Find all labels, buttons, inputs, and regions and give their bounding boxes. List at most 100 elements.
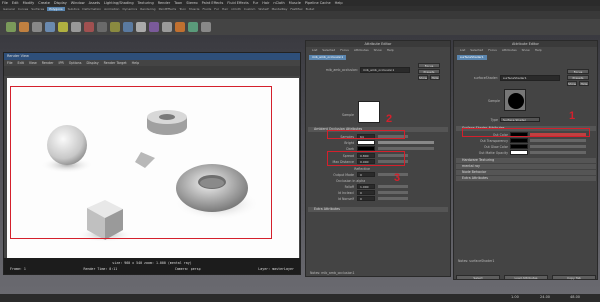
- menu-item[interactable]: Pipeline Cache: [305, 1, 331, 5]
- shelf-tab[interactable]: Toon: [179, 7, 186, 11]
- shelf-tool-icon[interactable]: [19, 22, 29, 32]
- shelf-tab[interactable]: Curves: [18, 7, 28, 11]
- menu-item[interactable]: Texturing: [138, 1, 154, 5]
- ae-menu-item[interactable]: List: [460, 47, 465, 53]
- node-name-field[interactable]: mib_amb_occlusion1: [360, 67, 410, 73]
- ae-menu-item[interactable]: Attributes: [354, 47, 369, 53]
- ae-menu-item[interactable]: Selected: [470, 47, 483, 53]
- output-mode-slider[interactable]: [378, 173, 408, 176]
- menu-item[interactable]: Window: [71, 1, 85, 5]
- bright-color-swatch[interactable]: [357, 140, 375, 145]
- id-inclexcl-field[interactable]: 0: [357, 190, 375, 195]
- load-attributes-button[interactable]: Load Attributes: [504, 275, 548, 280]
- shelf-tool-icon[interactable]: [188, 22, 198, 32]
- out-glow-slider[interactable]: [530, 145, 586, 148]
- bright-slider[interactable]: [378, 141, 434, 144]
- shelf-tab[interactable]: nCloth: [231, 7, 241, 11]
- falloff-slider[interactable]: [378, 185, 408, 188]
- timeline-start[interactable]: 1.00: [511, 295, 519, 299]
- section-mental-ray[interactable]: mental ray: [456, 164, 596, 169]
- dark-slider[interactable]: [378, 147, 434, 150]
- menu-item[interactable]: Muscle: [289, 1, 301, 5]
- shelf-tab[interactable]: Bullet: [306, 7, 315, 11]
- presets-button[interactable]: Presets: [418, 69, 440, 74]
- shelf-tab[interactable]: Fluids: [203, 7, 212, 11]
- menu-item[interactable]: Help: [335, 1, 343, 5]
- menu-item[interactable]: Paint Effects: [202, 1, 224, 5]
- section-hardware-texturing[interactable]: Hardware Texturing: [456, 158, 596, 163]
- show-button[interactable]: Show: [418, 75, 428, 80]
- id-nonself-field[interactable]: 0: [357, 196, 375, 201]
- tab-mib-amb-occlusion[interactable]: mib_amb_occlusion1: [309, 55, 347, 60]
- focus-button[interactable]: Focus: [567, 69, 589, 74]
- type-dropdown[interactable]: Surface Shader: [500, 117, 540, 122]
- shelf-tab[interactable]: Subdivs: [68, 7, 80, 11]
- ae-menu-item[interactable]: Help: [387, 47, 394, 53]
- shelf-tool-icon[interactable]: [97, 22, 107, 32]
- reflective-checkbox-label[interactable]: Reflective: [310, 167, 370, 171]
- presets-button[interactable]: Presets: [567, 75, 589, 80]
- select-button[interactable]: Select: [456, 275, 500, 280]
- shelf-tool-icon[interactable]: [149, 22, 159, 32]
- shelf-tab[interactable]: PaintEffects: [159, 7, 177, 11]
- shelf-tab[interactable]: Hair: [222, 7, 228, 11]
- id-nonself-slider[interactable]: [378, 197, 408, 200]
- ae-menu-item[interactable]: Show: [374, 47, 382, 53]
- menu-item[interactable]: Hair: [262, 1, 269, 5]
- shelf-tab[interactable]: Wshelf: [258, 7, 268, 11]
- shelf-tab[interactable]: Deformation: [82, 7, 101, 11]
- ae-menu-item[interactable]: Selected: [322, 47, 335, 53]
- menu-item[interactable]: Render: [158, 1, 170, 5]
- tab-surface-shader[interactable]: surfaceShader1: [457, 55, 487, 60]
- menu-item[interactable]: nCloth: [273, 1, 284, 5]
- shelf-tool-icon[interactable]: [136, 22, 146, 32]
- shelf-tab[interactable]: General: [3, 7, 15, 11]
- falloff-field[interactable]: 1.000: [357, 184, 375, 189]
- menu-item[interactable]: Edit: [12, 1, 19, 5]
- shelf-tool-icon[interactable]: [45, 22, 55, 32]
- time-slider[interactable]: 1.00 24.00 48.00: [0, 294, 600, 302]
- shelf-tab[interactable]: FastMax: [290, 7, 302, 11]
- hide-button[interactable]: Hide: [579, 81, 589, 86]
- show-button[interactable]: Show: [567, 81, 577, 86]
- shelf-tab[interactable]: Rendering: [140, 7, 155, 11]
- shelf-tab[interactable]: Fur: [214, 7, 219, 11]
- ae-menu-item[interactable]: Help: [535, 47, 542, 53]
- copy-tab-button[interactable]: Copy Tab: [552, 275, 596, 280]
- shelf-tool-icon[interactable]: [71, 22, 81, 32]
- shelf-tab[interactable]: Animation: [104, 7, 119, 11]
- menu-item[interactable]: Toon: [174, 1, 182, 5]
- node-name-field[interactable]: surfaceShader1: [500, 75, 560, 81]
- shelf-tool-icon[interactable]: [58, 22, 68, 32]
- focus-button[interactable]: Focus: [418, 63, 440, 68]
- output-mode-field[interactable]: 0: [357, 172, 375, 177]
- menu-item[interactable]: Stereo: [186, 1, 197, 5]
- shelf-tool-icon[interactable]: [32, 22, 42, 32]
- shelf-tab[interactable]: MentalRay: [272, 7, 288, 11]
- shelf-tool-icon[interactable]: [110, 22, 120, 32]
- menu-item[interactable]: Create: [38, 1, 50, 5]
- shelf-tool-icon[interactable]: [123, 22, 133, 32]
- timeline-end2[interactable]: 48.00: [570, 295, 580, 299]
- shelf-tool-icon[interactable]: [175, 22, 185, 32]
- section-node-behavior[interactable]: Node Behavior: [456, 170, 596, 175]
- ae-menu-item[interactable]: List: [312, 47, 317, 53]
- out-matte-swatch[interactable]: [510, 150, 528, 155]
- id-inclexcl-slider[interactable]: [378, 191, 408, 194]
- menu-item[interactable]: Fluid Effects: [227, 1, 248, 5]
- timeline-end[interactable]: 24.00: [540, 295, 550, 299]
- shelf-tab[interactable]: Dynamics: [122, 7, 137, 11]
- out-transparency-swatch[interactable]: [510, 138, 528, 143]
- menu-item[interactable]: Fur: [253, 1, 258, 5]
- section-extra-attributes[interactable]: Extra Attributes: [308, 207, 448, 212]
- ae-menu-item[interactable]: Focus: [340, 47, 349, 53]
- menu-item[interactable]: File: [2, 1, 8, 5]
- out-transparency-slider[interactable]: [530, 139, 586, 142]
- shelf-tool-icon[interactable]: [162, 22, 172, 32]
- shelf-tool-icon[interactable]: [84, 22, 94, 32]
- shelf-tab[interactable]: Custom: [244, 7, 256, 11]
- shelf-tool-icon[interactable]: [201, 22, 211, 32]
- occlusion-alpha-checkbox[interactable]: Occlusion in alpha: [336, 179, 396, 183]
- ae-menu-item[interactable]: Attributes: [502, 47, 517, 53]
- out-matte-slider[interactable]: [530, 151, 586, 154]
